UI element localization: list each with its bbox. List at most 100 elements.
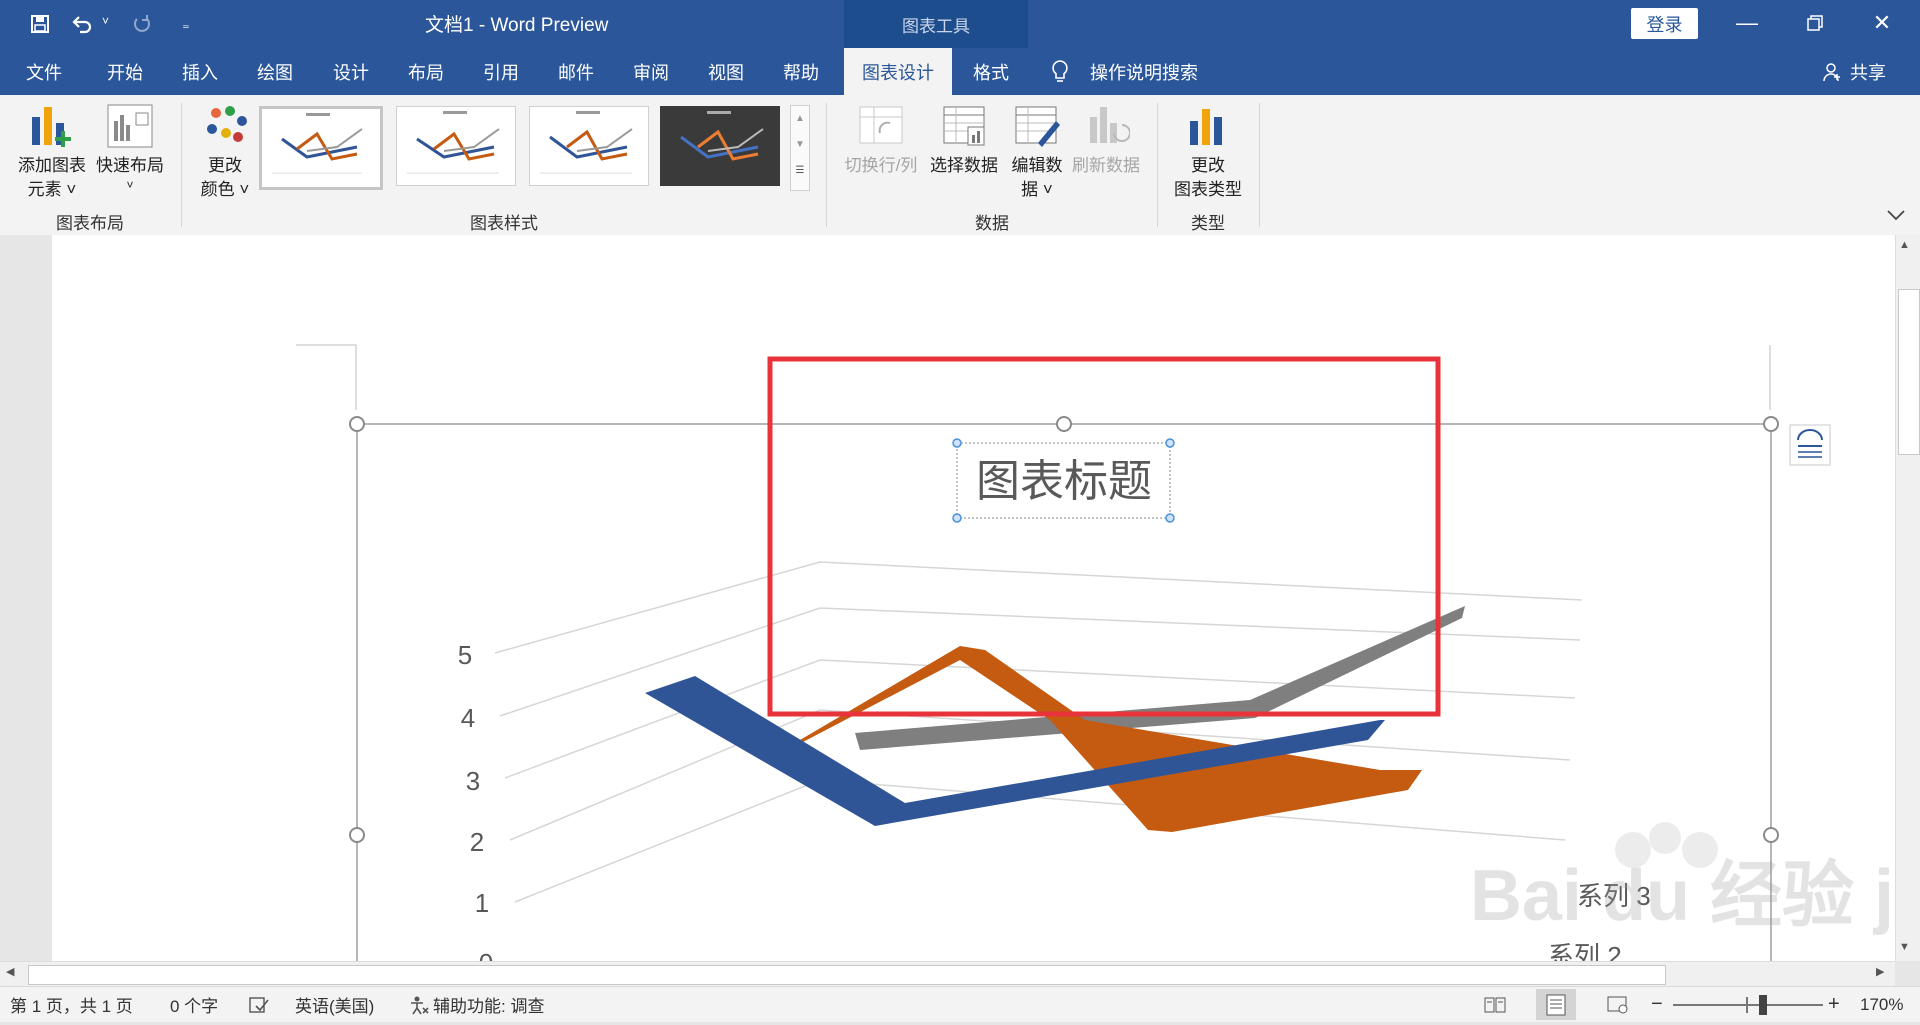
tab-help[interactable]: 帮助 [770,48,832,95]
ribbon: 添加图表 元素 ˅ 快速布局 ˅ 图表布局 更改 颜色 ˅ ▲ ▼ ☰ 图表样式 [0,95,1920,236]
change-chart-type-label-2: 图表类型 [1174,180,1242,199]
edit-data-label-1: 编辑数 [1011,156,1063,175]
tell-me-search[interactable]: 操作说明搜索 [1090,48,1198,95]
lightbulb-icon [1050,59,1070,90]
tab-home[interactable]: 开始 [94,48,156,95]
zoom-in-icon[interactable]: + [1828,987,1840,1022]
chart-canvas: 图表标题 5 4 3 2 1 0 系列 3 系列 2 [296,344,1895,961]
scroll-thumb[interactable] [1898,289,1920,455]
restore-icon[interactable] [1785,0,1845,46]
customize-icon[interactable]: ₌ [170,8,202,40]
edit-data-icon [1014,103,1070,154]
chart-style-thumb-1[interactable] [259,106,383,190]
chart-style-thumb-2[interactable] [396,106,516,186]
read-mode-icon[interactable] [1484,987,1506,1022]
scroll-down-icon[interactable]: ▼ [791,132,809,158]
tab-file[interactable]: 文件 [13,48,75,95]
group-label-chart-layout: 图表布局 [56,214,124,233]
tab-layout[interactable]: 布局 [395,48,457,95]
chart-style-thumb-3[interactable] [529,106,649,186]
quick-layout-button[interactable]: 快速布局 ˅ [92,103,168,192]
print-layout-icon [1546,994,1566,1016]
undo-icon[interactable] [66,8,98,40]
switch-row-column-icon [858,103,924,154]
context-tab-group-label: 图表工具 [844,0,1028,48]
print-layout-button[interactable] [1536,989,1576,1020]
select-data-icon [942,103,1002,154]
minimize-icon[interactable]: — [1717,0,1777,46]
edit-data-button[interactable]: 编辑数 据 ˅ [1004,103,1070,202]
axis-tick-label: 4 [461,703,475,733]
save-icon[interactable] [24,8,56,40]
baidu-watermark: Bai du 经验 jingyan.baidu.com [1470,822,1895,936]
share-button[interactable]: 共享 [1850,48,1886,95]
horizontal-scrollbar[interactable]: ◀ ▶ [0,961,1895,987]
axis-tick-label: 2 [470,827,484,857]
zoom-slider-thumb[interactable] [1759,995,1767,1015]
title-bar: ˅ ₌ 文档1 - Word Preview 图表工具 登录 — ✕ [0,0,1920,48]
switch-row-column-label: 切换行/列 [844,156,918,175]
language-indicator[interactable]: 英语(美国) [295,987,374,1022]
change-chart-type-button[interactable]: 更改 图表类型 [1168,103,1248,202]
quick-layout-label: 快速布局 [96,156,164,175]
tab-design[interactable]: 设计 [320,48,382,95]
share-icon[interactable] [1822,62,1842,87]
add-chart-element-icon [30,103,92,154]
layout-options-icon [1789,424,1831,466]
document-area: 图表标题 5 4 3 2 1 0 系列 3 系列 2 [0,235,1895,961]
scroll-right-arrow-icon[interactable]: ▶ [1876,965,1884,978]
scroll-left-arrow-icon[interactable]: ◀ [6,965,14,978]
proofing-icon[interactable] [248,987,270,1022]
close-icon[interactable]: ✕ [1852,0,1912,46]
collapse-ribbon-icon[interactable] [1886,205,1906,226]
undo-dropdown-icon[interactable]: ˅ [102,14,109,28]
add-chart-element-label-1: 添加图表 [18,156,86,175]
window-title: 文档1 - Word Preview [425,14,609,36]
tab-review[interactable]: 审阅 [620,48,682,95]
tab-references[interactable]: 引用 [470,48,532,95]
change-colors-label-1: 更改 [208,156,242,175]
scroll-thumb[interactable] [28,965,1666,985]
watermark-text: Bai du 经验 jingyan.baidu.com [1470,856,1895,936]
document-page[interactable]: 图表标题 5 4 3 2 1 0 系列 3 系列 2 [52,235,1895,961]
zoom-out-icon[interactable]: − [1651,987,1663,1022]
axis-tick-label: 0 [479,948,493,961]
gallery-more-icon[interactable]: ☰ [791,158,809,184]
accessibility-status[interactable]: 辅助功能: 调查 [433,987,544,1022]
word-count[interactable]: 0 个字 [170,987,218,1022]
chart-title[interactable]: 图表标题 [976,457,1152,506]
zoom-slider-midmark [1746,997,1748,1013]
status-bar: 第 1 页，共 1 页 0 个字 英语(美国) 辅助功能: 调查 − + 170… [0,986,1920,1022]
scroll-up-icon[interactable]: ▲ [791,106,809,132]
group-label-type: 类型 [1191,214,1225,233]
axis-tick-label: 3 [466,766,480,796]
tab-format[interactable]: 格式 [960,48,1022,95]
group-separator [1259,103,1260,227]
zoom-level[interactable]: 170% [1860,987,1903,1022]
tab-mailings[interactable]: 邮件 [545,48,607,95]
tab-insert[interactable]: 插入 [169,48,231,95]
chart-style-thumb-4[interactable] [660,106,780,186]
scroll-down-arrow-icon[interactable]: ▼ [1899,941,1910,953]
select-data-button[interactable]: 选择数据 [926,103,1002,178]
refresh-data-label: 刷新数据 [1072,156,1140,175]
axis-tick-label: 1 [475,888,489,918]
refresh-data-icon [1084,103,1144,154]
login-button[interactable]: 登录 [1631,8,1698,39]
styles-gallery-scroll[interactable]: ▲ ▼ ☰ [790,105,810,191]
vertical-scrollbar[interactable]: ▲ ▼ [1895,235,1920,961]
quick-layout-icon [106,103,168,154]
scroll-up-arrow-icon[interactable]: ▲ [1899,239,1910,251]
tab-chart-design[interactable]: 图表设计 [844,48,952,95]
change-colors-button[interactable]: 更改 颜色 ˅ [190,103,260,202]
tab-draw[interactable]: 绘图 [244,48,306,95]
page-count[interactable]: 第 1 页，共 1 页 [10,987,133,1022]
add-chart-element-button[interactable]: 添加图表 元素 ˅ [12,103,92,202]
redo-icon [126,8,158,40]
palette-icon [204,103,260,154]
tab-view[interactable]: 视图 [695,48,757,95]
change-chart-type-icon [1186,103,1248,154]
zoom-slider[interactable] [1673,995,1823,1015]
accessibility-icon[interactable] [408,987,430,1022]
web-layout-icon[interactable] [1607,987,1629,1022]
